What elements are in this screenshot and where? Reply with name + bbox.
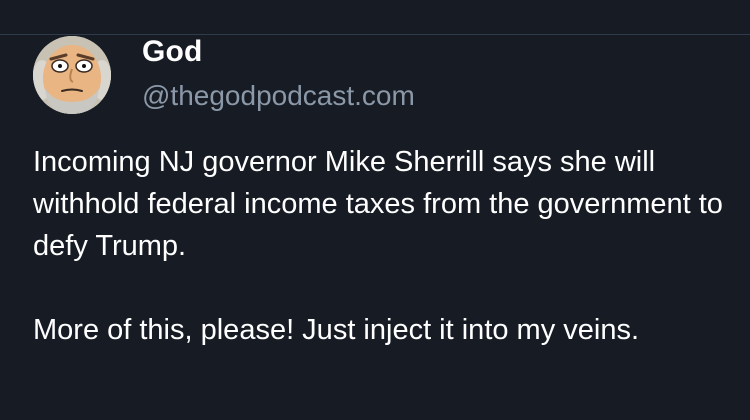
author-handle[interactable]: @thegodpodcast.com [142,81,415,111]
post-paragraph-1: Incoming NJ governor Mike Sherrill says … [33,146,723,262]
post-paragraph-2: More of this, please! Just inject it int… [33,314,640,346]
cartoon-old-man-avatar-icon [33,36,111,114]
author-block: God @thegodpodcast.com [142,36,415,111]
avatar[interactable] [33,36,111,114]
author-display-name[interactable]: God [142,36,415,68]
post-text: Incoming NJ governor Mike Sherrill says … [33,141,733,351]
post: God @thegodpodcast.com Incoming NJ gover… [0,0,750,420]
